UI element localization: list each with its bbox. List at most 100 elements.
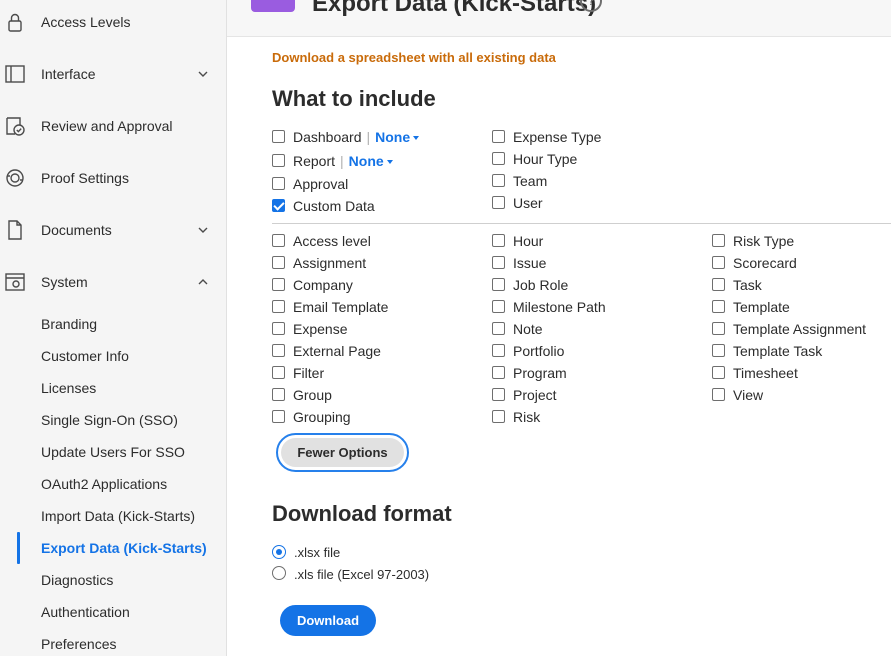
sidebar-item-documents[interactable]: Documents — [0, 214, 226, 246]
sidebar-subitem-authentication[interactable]: Authentication — [0, 598, 226, 626]
checkbox[interactable] — [272, 256, 285, 269]
sidebar-subitem-preferences[interactable]: Preferences — [0, 630, 226, 656]
fewer-options-label: Fewer Options — [281, 438, 404, 467]
sidebar-subitem-oauth2[interactable]: OAuth2 Applications — [0, 470, 226, 498]
approval-icon — [4, 115, 26, 137]
chevron-up-icon[interactable] — [197, 276, 209, 288]
sidebar-subitem-branding[interactable]: Branding — [0, 310, 226, 338]
checkbox[interactable] — [712, 366, 725, 379]
option-label: Template — [733, 299, 790, 315]
sidebar-item-label: Interface — [41, 66, 96, 82]
option-label: Expense — [293, 321, 348, 337]
active-indicator — [17, 532, 20, 564]
checkbox[interactable] — [712, 234, 725, 247]
chevron-down-icon[interactable] — [197, 224, 209, 236]
checkbox[interactable] — [492, 344, 505, 357]
checkbox[interactable] — [712, 278, 725, 291]
option-label: Template Task — [733, 343, 823, 359]
sidebar-subitem-diagnostics[interactable]: Diagnostics — [0, 566, 226, 594]
sidebar-item-label: Proof Settings — [41, 170, 129, 186]
dashboard-dropdown[interactable]: None — [375, 129, 420, 145]
checkbox[interactable] — [492, 256, 505, 269]
option-label: Portfolio — [513, 343, 565, 359]
checkbox[interactable] — [272, 278, 285, 291]
report-dropdown[interactable]: None — [349, 153, 393, 169]
sidebar-subitem-label: Licenses — [41, 380, 97, 396]
checkbox[interactable] — [492, 388, 505, 401]
sidebar-subitem-sso[interactable]: Single Sign-On (SSO) — [0, 406, 226, 434]
sidebar-item-proof-settings[interactable]: Proof Settings — [0, 162, 226, 194]
option-label: Template Assignment — [733, 321, 867, 337]
sidebar: Access Levels Interface Review and Appro… — [0, 0, 227, 656]
checkbox[interactable] — [272, 300, 285, 313]
checkbox-checked[interactable] — [272, 199, 285, 212]
sidebar-subitem-import-data[interactable]: Import Data (Kick-Starts) — [0, 502, 226, 530]
option-label: Hour Type — [513, 151, 578, 167]
checkbox[interactable] — [492, 130, 505, 143]
option-label: Hour — [513, 233, 544, 249]
option-label: Company — [293, 277, 353, 293]
sidebar-subitem-label: OAuth2 Applications — [41, 476, 168, 492]
checkbox[interactable] — [272, 388, 285, 401]
sidebar-subitem-update-users-sso[interactable]: Update Users For SSO — [0, 438, 226, 466]
checkbox[interactable] — [712, 344, 725, 357]
sidebar-subitem-licenses[interactable]: Licenses — [0, 374, 226, 402]
include-heading: What to include — [272, 86, 436, 111]
sidebar-subitem-label: Customer Info — [41, 348, 129, 364]
sidebar-subitem-customer-info[interactable]: Customer Info — [0, 342, 226, 370]
checkbox[interactable] — [272, 410, 285, 423]
checkbox[interactable] — [492, 152, 505, 165]
option-label: User — [513, 195, 543, 211]
option-label: Team — [513, 173, 548, 189]
checkbox[interactable] — [272, 322, 285, 335]
sidebar-subitem-export-data[interactable]: Export Data (Kick-Starts) — [0, 532, 226, 564]
document-icon — [4, 219, 26, 241]
sidebar-item-label: Access Levels — [41, 14, 131, 30]
sidebar-item-access-levels[interactable]: Access Levels — [0, 6, 226, 38]
sidebar-subitem-label: Single Sign-On (SSO) — [41, 412, 178, 428]
checkbox[interactable] — [272, 177, 285, 190]
radio-xlsx-label: .xlsx file — [294, 545, 341, 560]
option-label: Risk Type — [733, 233, 795, 249]
sidebar-item-label: System — [41, 274, 88, 290]
option-label: Project — [513, 387, 557, 403]
radio-xls[interactable] — [272, 566, 286, 580]
option-label: Custom Data — [293, 198, 375, 214]
checkbox[interactable] — [272, 234, 285, 247]
checkbox[interactable] — [712, 256, 725, 269]
checkbox[interactable] — [492, 234, 505, 247]
checkbox[interactable] — [492, 366, 505, 379]
download-button[interactable]: Download — [280, 605, 376, 636]
option-label: Grouping — [293, 409, 351, 425]
checkbox[interactable] — [272, 344, 285, 357]
checkbox[interactable] — [272, 154, 285, 167]
checkbox[interactable] — [272, 366, 285, 379]
sidebar-item-label: Review and Approval — [41, 118, 173, 134]
option-label: Risk — [513, 409, 541, 425]
sidebar-item-review-and-approval[interactable]: Review and Approval — [0, 110, 226, 142]
fewer-options-button[interactable]: Fewer Options — [276, 433, 409, 472]
checkbox[interactable] — [492, 300, 505, 313]
lock-icon — [4, 11, 26, 33]
chevron-down-icon[interactable] — [197, 68, 209, 80]
checkbox[interactable] — [712, 322, 725, 335]
caret-down-icon — [413, 136, 420, 141]
option-label: Dashboard — [293, 129, 362, 145]
checkbox[interactable] — [492, 196, 505, 209]
checkbox[interactable] — [492, 410, 505, 423]
option-label: Access level — [293, 233, 371, 249]
checkbox[interactable] — [272, 130, 285, 143]
sidebar-subitem-label: Preferences — [41, 636, 117, 652]
checkbox[interactable] — [492, 278, 505, 291]
radio-xlsx[interactable] — [272, 545, 286, 559]
checkbox[interactable] — [492, 322, 505, 335]
caret-down-icon — [386, 160, 393, 165]
option-label: Note — [513, 321, 543, 337]
page-subtitle: Download a spreadsheet with all existing… — [272, 50, 556, 65]
checkbox[interactable] — [712, 300, 725, 313]
sidebar-item-interface[interactable]: Interface — [0, 58, 226, 90]
sidebar-item-system[interactable]: System — [0, 266, 226, 298]
sidebar-subitem-label: Authentication — [41, 604, 130, 620]
checkbox[interactable] — [712, 388, 725, 401]
checkbox[interactable] — [492, 174, 505, 187]
